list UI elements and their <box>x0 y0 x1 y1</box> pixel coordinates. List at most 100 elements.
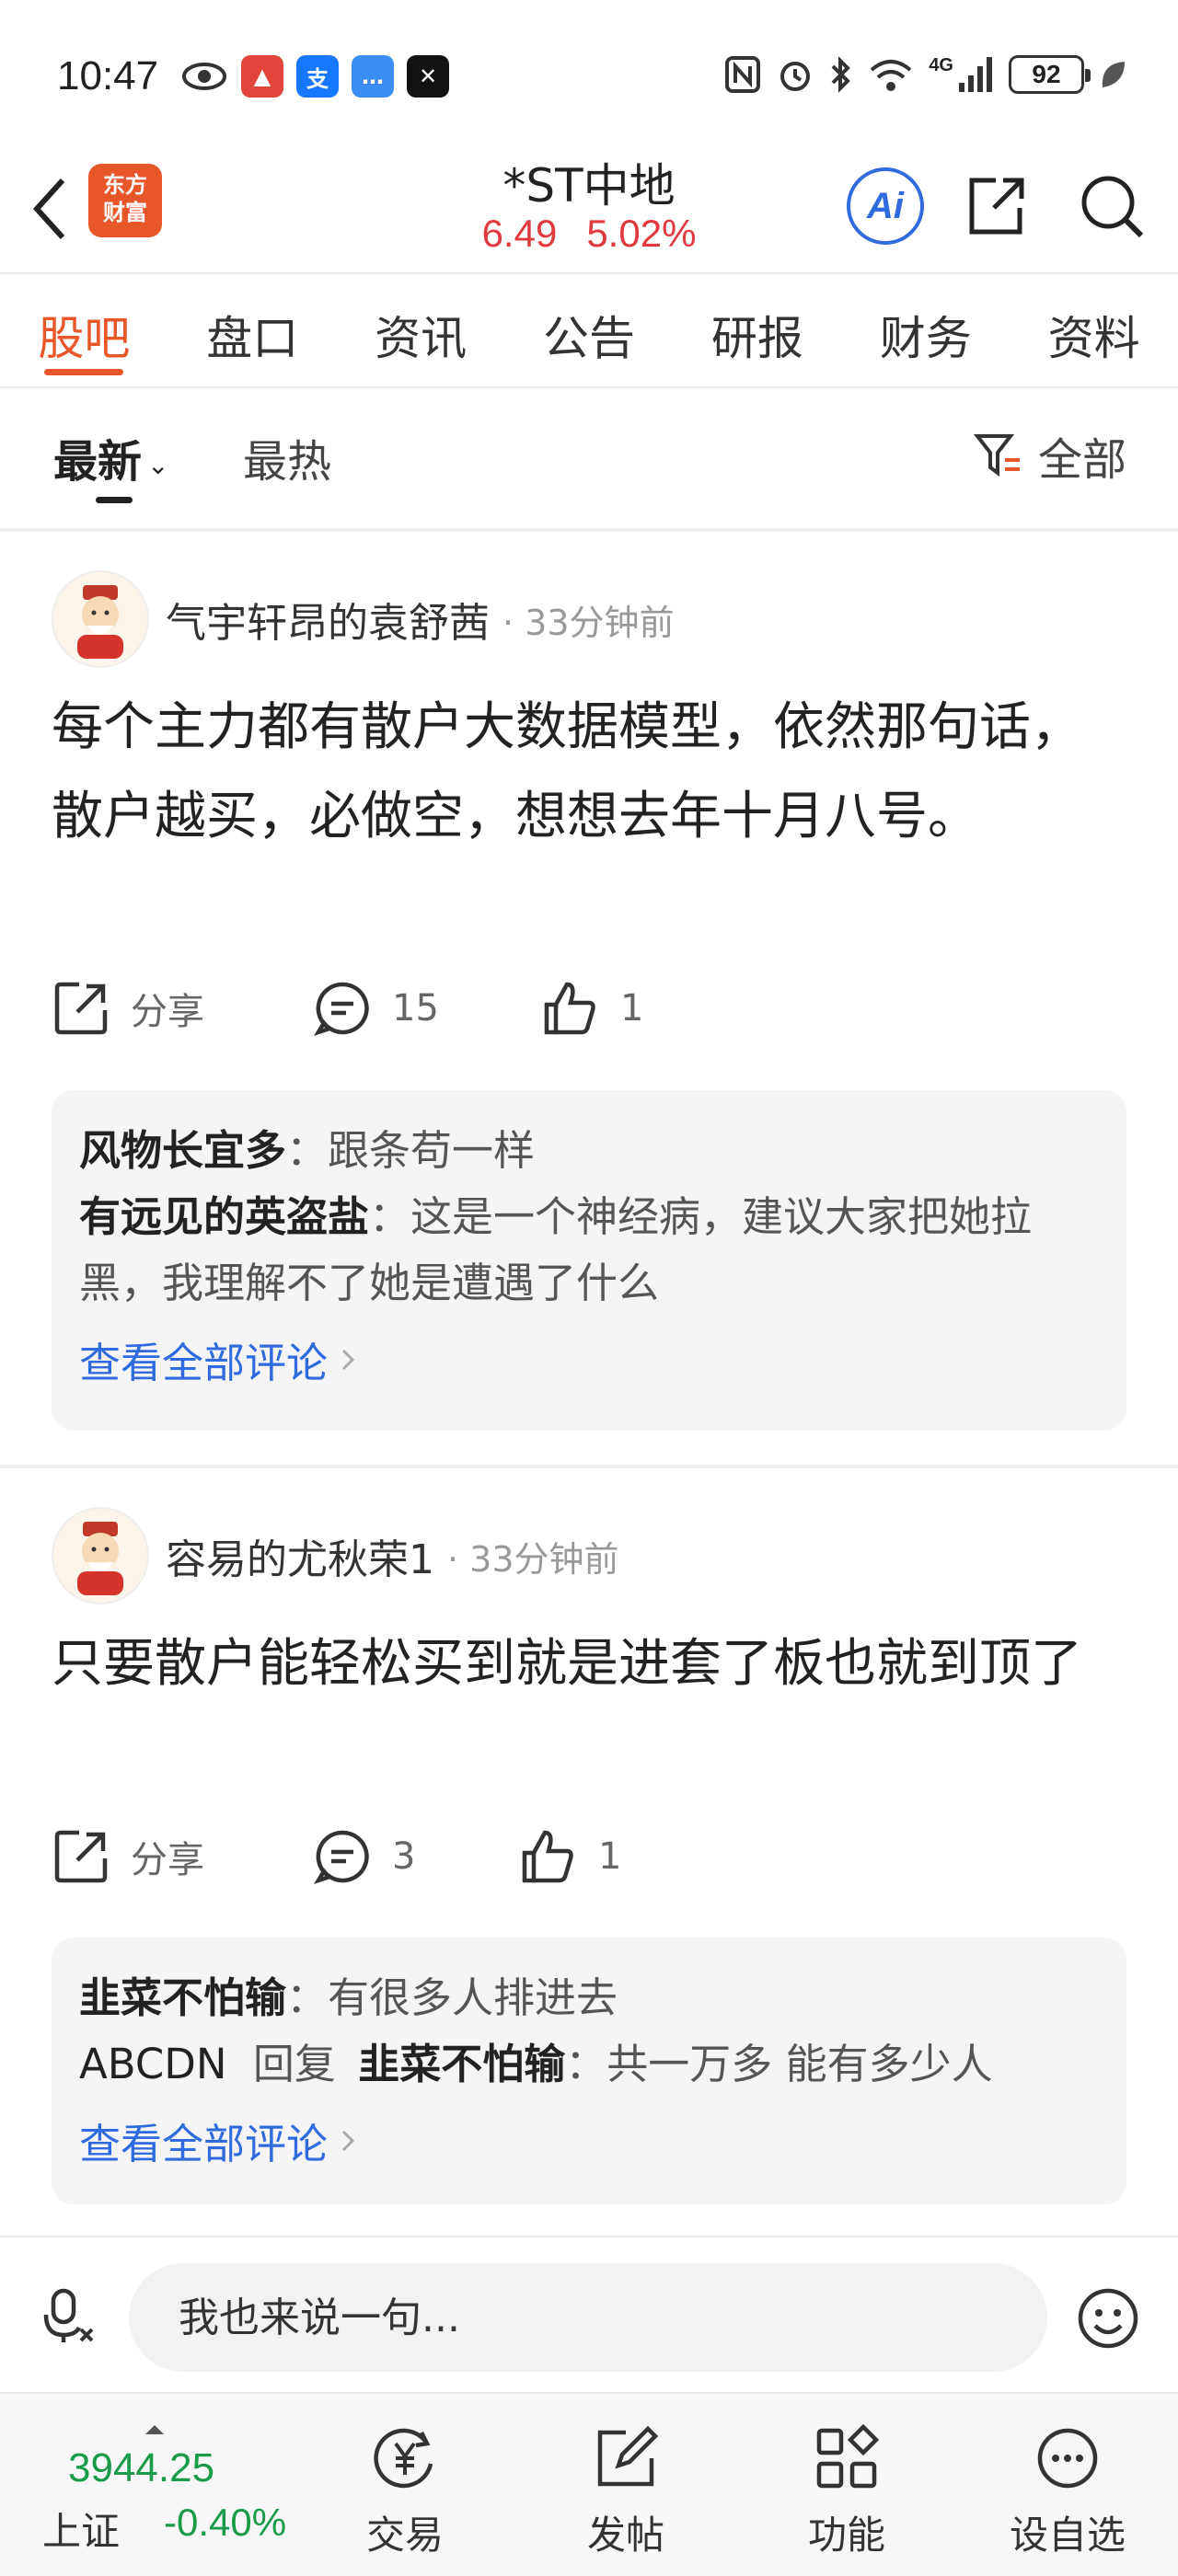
chevron-right-icon <box>341 1349 355 1370</box>
tab-pankou[interactable]: 盘口 <box>168 276 337 386</box>
status-bar: 10:47 ▲ 支 … ✕ 4G 92 <box>0 0 1178 156</box>
sort-hottest-button[interactable]: 最热 <box>243 425 331 489</box>
battery-indicator: 92 <box>1009 55 1091 94</box>
filter-label: 全部 <box>1037 434 1126 486</box>
share-action[interactable]: 分享 <box>52 1827 313 1886</box>
chevron-down-icon: ⌄ <box>147 449 169 480</box>
comment-input[interactable] <box>129 2263 1047 2372</box>
comment-text: ：跟条苟一样 <box>286 1126 536 1175</box>
nav-watchlist[interactable]: 设自选 <box>985 2421 1150 2560</box>
share-button[interactable] <box>952 162 1040 250</box>
comment-icon <box>313 1830 369 1885</box>
comment-item[interactable]: 风物长宜多：跟条苟一样 <box>79 1118 1099 1184</box>
like-action[interactable]: 1 <box>541 979 643 1038</box>
share-action[interactable]: 分享 <box>52 979 313 1038</box>
reply-author[interactable]: ABCDN <box>79 2040 227 2088</box>
tab-announcements[interactable]: 公告 <box>505 276 674 386</box>
microphone-icon <box>43 2288 94 2342</box>
comment-preview: 韭菜不怕输：有很多人排进去 ABCDN 回复 韭菜不怕输：共一万多 能有多少人 … <box>52 1938 1126 2204</box>
post-author-name[interactable]: 容易的尤秋荣1 <box>166 1526 434 1585</box>
search-icon <box>1081 176 1144 238</box>
wifi-icon <box>871 60 912 91</box>
nav-watchlist-label: 设自选 <box>1009 2513 1126 2558</box>
status-time: 10:47 <box>57 53 159 98</box>
tab-finance[interactable]: 财务 <box>841 276 1010 386</box>
share-label: 分享 <box>131 1839 204 1881</box>
nfc-icon <box>725 56 761 93</box>
post-author-row: 容易的尤秋荣1 · 33分钟前 <box>52 1507 619 1604</box>
comment-item[interactable]: 韭菜不怕输：有很多人排进去 <box>79 1965 1099 2031</box>
reply-word: 回复 <box>252 2040 336 2088</box>
post-card[interactable]: 容易的尤秋荣1 · 33分钟前 只要散户能轻松买到就是进套了板也就到顶了 分享 … <box>0 1470 1178 2225</box>
eye-icon <box>182 63 226 90</box>
nav-trade[interactable]: 交易 <box>322 2421 488 2560</box>
more-dots-icon <box>1037 2428 1098 2489</box>
avatar[interactable] <box>52 1507 149 1604</box>
avatar[interactable] <box>52 570 149 668</box>
sort-latest-button[interactable]: 最新 ⌄ <box>53 425 168 489</box>
trade-yen-icon <box>374 2428 433 2489</box>
nav-functions[interactable]: 功能 <box>764 2421 930 2560</box>
signal-icon <box>959 57 992 92</box>
post-time: · 33分钟前 <box>447 1538 619 1580</box>
chevron-right-icon <box>341 2130 355 2151</box>
nav-post[interactable]: 发帖 <box>543 2421 709 2560</box>
comment-item[interactable]: ABCDN 回复 韭菜不怕输：共一万多 能有多少人 <box>79 2031 1099 2098</box>
comment-author[interactable]: 风物长宜多 <box>79 1126 286 1175</box>
emoji-icon <box>1078 2288 1138 2349</box>
filter-button[interactable]: 全部 <box>973 423 1126 488</box>
stock-header: 东方 财富 *ST中地 6.49 5.02% Ai <box>0 147 1178 274</box>
header-actions: Ai <box>847 162 1156 250</box>
tab-news[interactable]: 资讯 <box>337 276 505 386</box>
stock-tabs: 股吧 盘口 资讯 公告 研报 财务 资料 <box>0 276 1178 386</box>
post-author-name[interactable]: 气宇轩昂的袁舒茜 <box>166 590 490 649</box>
post-actions: 分享 15 1 <box>52 979 643 1038</box>
view-all-comments-link[interactable]: 查看全部评论 <box>79 2110 1099 2170</box>
like-action[interactable]: 1 <box>519 1827 621 1886</box>
fortune-god-avatar-icon <box>77 585 123 659</box>
stock-change-percent: 5.02% <box>586 212 697 255</box>
thumbs-up-icon <box>544 982 595 1035</box>
nav-functions-label: 功能 <box>807 2513 885 2558</box>
view-all-comments-link[interactable]: 查看全部评论 <box>79 1329 1099 1389</box>
post-author-row: 气宇轩昂的袁舒茜 · 33分钟前 <box>52 570 675 668</box>
comment-action[interactable]: 15 <box>313 979 541 1038</box>
fortune-god-avatar-icon <box>77 1522 123 1595</box>
ai-assistant-button[interactable]: Ai <box>847 167 924 245</box>
post-card[interactable]: 气宇轩昂的袁舒茜 · 33分钟前 每个主力都有散户大数据模型，依然那句话，散户越… <box>0 534 1178 1463</box>
tab-research[interactable]: 研报 <box>673 276 841 386</box>
stock-price: 6.49 <box>481 212 558 255</box>
emoji-button[interactable] <box>1075 2285 1141 2352</box>
comment-author[interactable]: 韭菜不怕输 <box>358 2040 565 2088</box>
view-all-label: 查看全部评论 <box>79 2120 329 2168</box>
index-name: 上证 <box>42 2509 121 2554</box>
alarm-icon <box>780 62 811 91</box>
sort-bar: 最新 ⌄ 最热 全部 <box>0 388 1178 528</box>
comment-action[interactable]: 3 <box>313 1827 519 1886</box>
system-status-icons: 4G 92 <box>724 55 1126 94</box>
index-value: 3944.25 <box>68 2445 215 2490</box>
market-index-widget[interactable]: 3944.25 上证 -0.40% <box>37 2416 313 2563</box>
tab-profile[interactable]: 资料 <box>1010 276 1178 386</box>
post-actions: 分享 3 1 <box>52 1827 621 1886</box>
notification-icons: ▲ 支 … ✕ <box>180 55 449 98</box>
like-count: 1 <box>598 1835 622 1878</box>
post-content[interactable]: 每个主力都有散户大数据模型，依然那句话，散户越买，必做空，想想去年十月八号。 <box>52 683 1110 861</box>
search-button[interactable] <box>1068 162 1156 250</box>
thumbs-up-icon <box>522 1830 573 1883</box>
index-change: -0.40% <box>164 2501 287 2544</box>
comment-author[interactable]: 有远见的英盗盐 <box>79 1192 369 1241</box>
filter-icon <box>973 434 1020 477</box>
post-time: · 33分钟前 <box>502 602 675 643</box>
comment-input-bar <box>0 2236 1178 2392</box>
network-type: 4G <box>929 54 953 75</box>
comment-author[interactable]: 韭菜不怕输 <box>79 1973 286 2022</box>
comment-item[interactable]: 有远见的英盗盐：这是一个神经病，建议大家把她拉黑，我理解不了她是遭遇了什么 <box>79 1184 1099 1317</box>
app-notification-icon: ▲ <box>241 55 283 98</box>
post-content[interactable]: 只要散户能轻松买到就是进套了板也就到顶了 <box>52 1619 1110 1708</box>
tab-guba[interactable]: 股吧 <box>0 276 168 386</box>
sort-active-indicator <box>96 497 133 503</box>
nav-trade-label: 交易 <box>365 2513 444 2558</box>
comment-text: ：有很多人排进去 <box>286 1973 618 2022</box>
voice-input-button[interactable] <box>37 2280 103 2353</box>
